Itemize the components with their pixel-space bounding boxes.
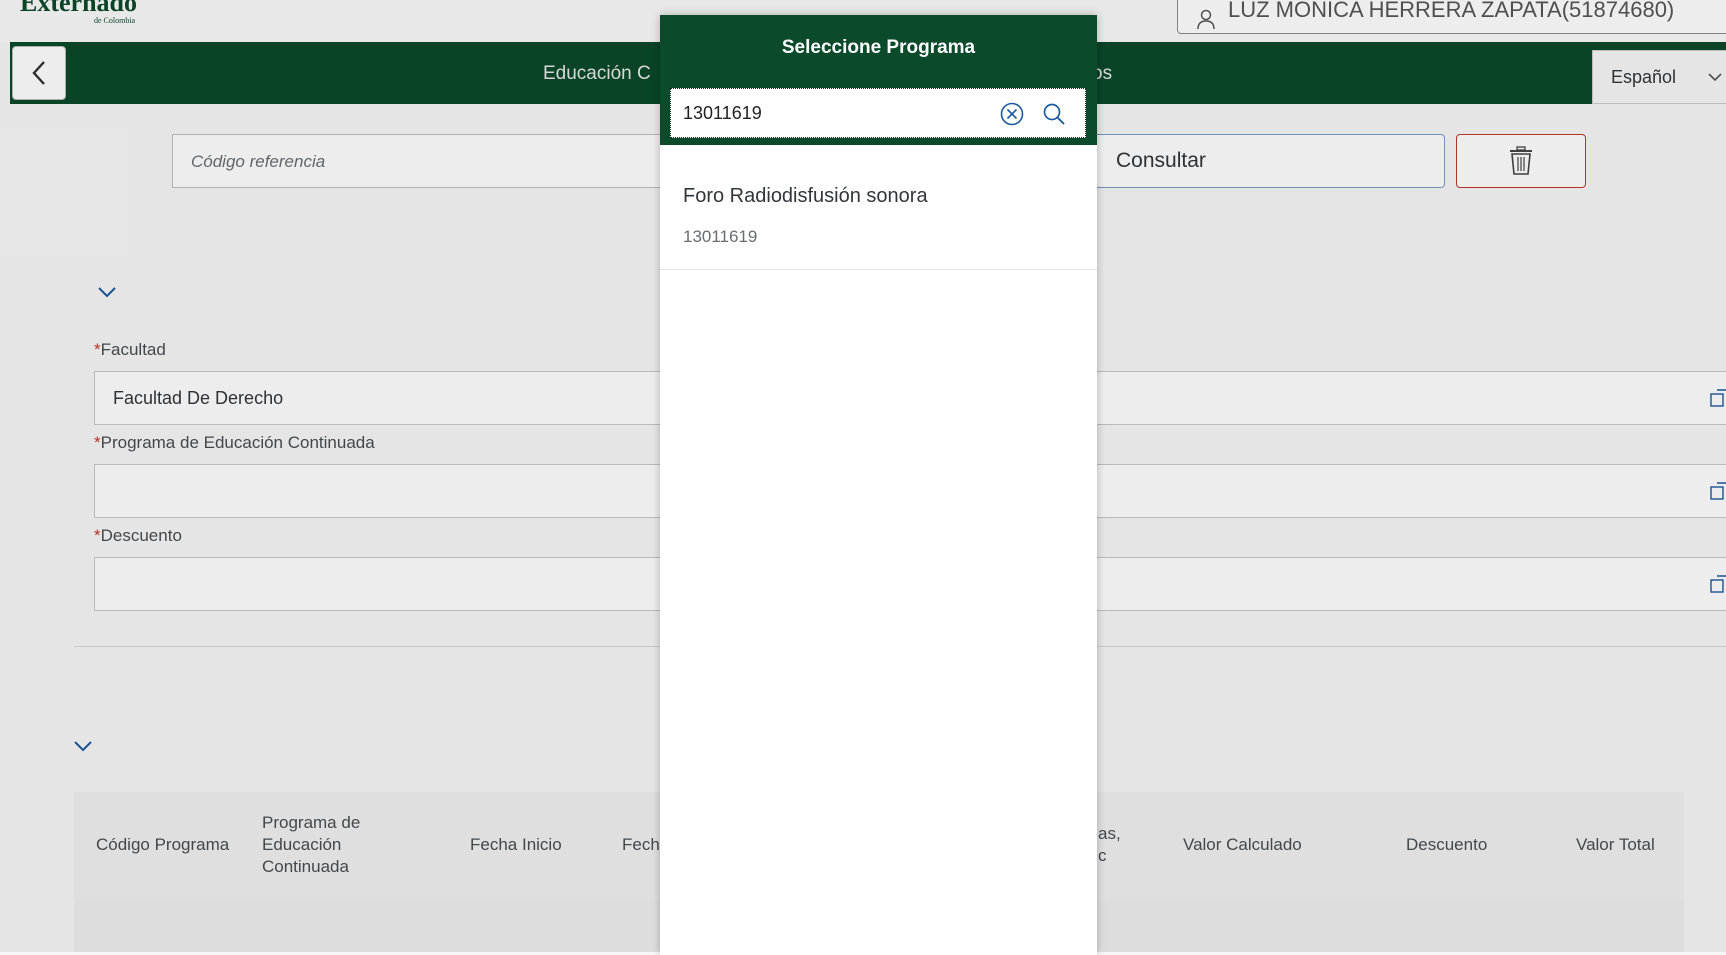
list-item-description: 13011619 — [683, 227, 758, 246]
list-item[interactable]: Foro Radiodisfusión sonora 13011619 — [660, 161, 1097, 270]
search-icon[interactable] — [1041, 101, 1067, 127]
dialog-title: Seleccione Programa — [781, 37, 976, 58]
dialog-search-field[interactable] — [670, 88, 1086, 138]
select-program-dialog: Seleccione Programa Foro Radiodisfusión … — [660, 15, 1097, 955]
dialog-search-input[interactable] — [683, 99, 983, 127]
page: Externado de Colombia LUZ MONICA HERRERA… — [0, 0, 1726, 955]
clear-icon[interactable] — [999, 101, 1025, 127]
dialog-header: Seleccione Programa — [660, 15, 1097, 145]
list-item-title: Foro Radiodisfusión sonora — [683, 185, 928, 207]
